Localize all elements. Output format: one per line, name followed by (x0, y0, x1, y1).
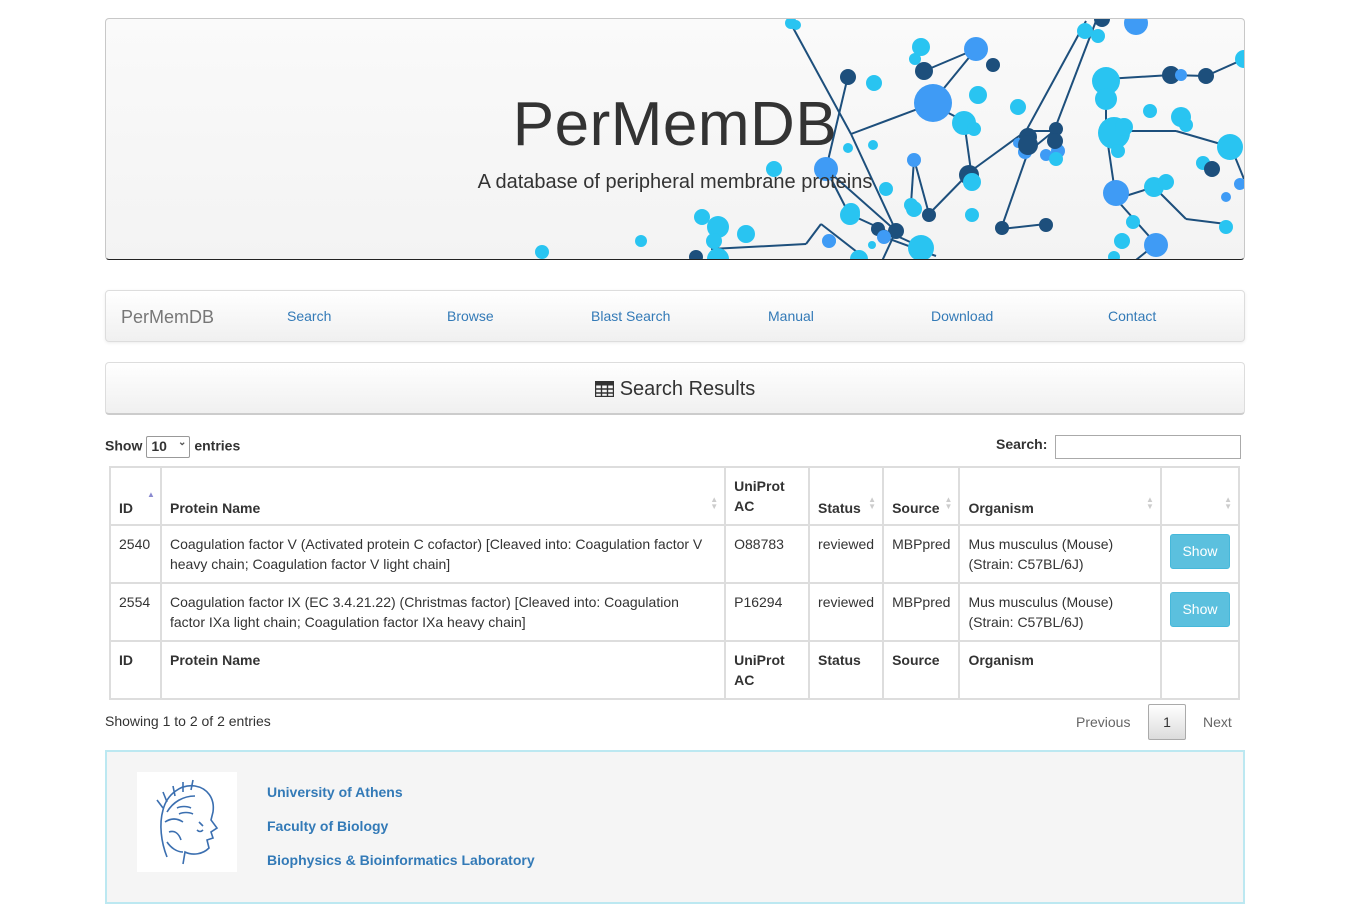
link-faculty-of-biology[interactable]: Faculty of Biology (267, 818, 388, 834)
cell-status: reviewed (808, 524, 885, 584)
col-header-organism[interactable]: Organism ▲ ▼ (958, 466, 1162, 526)
col-header-protein-name[interactable]: Protein Name ▲ ▼ (159, 466, 727, 526)
main-navbar: PerMemDB Search Browse Blast Search Manu… (105, 290, 1245, 342)
link-biophysics-lab[interactable]: Biophysics & Bioinformatics Laboratory (267, 852, 535, 868)
table-footer-row: ID Protein Name UniProt AC Status Source… (109, 640, 1241, 700)
col-header-uniprot-ac[interactable]: UniProt AC (724, 466, 811, 526)
page-length-control: Show 10 ⌄ entries (105, 436, 240, 458)
sort-icon: ▲ ▼ (1146, 495, 1154, 511)
show-button[interactable]: Show (1169, 592, 1230, 627)
next-button[interactable]: Next (1203, 714, 1232, 730)
cell-protein-name: Coagulation factor IX (EC 3.4.21.22) (Ch… (159, 582, 727, 642)
athena-head-icon (156, 779, 219, 865)
university-logo (137, 772, 237, 872)
sort-icon: ▲ ▼ (944, 495, 953, 511)
header-banner: PerMemDB A database of peripheral membra… (105, 18, 1245, 260)
nav-blast-search[interactable]: Blast Search (591, 308, 670, 324)
cell-action: Show (1159, 524, 1241, 584)
show-button[interactable]: Show (1169, 534, 1230, 569)
results-table: ID ▲ Protein Name ▲ ▼ UniProt AC Status ▲ ▼ S… (109, 466, 1241, 700)
site-title: PerMemDB (512, 90, 838, 159)
nav-download[interactable]: Download (931, 308, 993, 324)
previous-button[interactable]: Previous (1076, 714, 1130, 730)
link-university-of-athens[interactable]: University of Athens (267, 784, 403, 800)
foot-id: ID (109, 640, 162, 700)
results-title: Search Results (619, 378, 756, 400)
foot-organism: Organism (958, 640, 1162, 700)
nav-manual[interactable]: Manual (768, 308, 814, 324)
sort-icon: ▲ ▼ (1224, 495, 1232, 511)
cell-action: Show (1159, 582, 1241, 642)
search-input[interactable] (1055, 435, 1241, 459)
sort-icon: ▲ ▼ (868, 495, 877, 511)
col-header-status[interactable]: Status ▲ ▼ (808, 466, 885, 526)
table-header-row: ID ▲ Protein Name ▲ ▼ UniProt AC Status ▲ ▼ S… (109, 466, 1241, 526)
foot-action (1159, 640, 1241, 700)
page-1-button[interactable]: 1 (1148, 704, 1186, 740)
cell-source: MBPpred (882, 524, 961, 584)
cell-protein-name: Coagulation factor V (Activated protein … (159, 524, 727, 584)
foot-source: Source (882, 640, 961, 700)
site-subtitle: A database of peripheral membrane protei… (477, 171, 873, 193)
search-results-panel: Search Results (105, 362, 1245, 415)
table-icon (594, 380, 614, 398)
foot-status: Status (808, 640, 885, 700)
search-label: Search: (996, 436, 1048, 452)
nav-browse[interactable]: Browse (447, 308, 494, 324)
cell-organism: Mus musculus (Mouse) (Strain: C57BL/6J) (958, 524, 1162, 584)
col-header-action[interactable]: ▲ ▼ (1159, 466, 1241, 526)
col-header-id[interactable]: ID ▲ (109, 466, 162, 526)
cell-uniprot-ac: O88783 (724, 524, 811, 584)
table-row: 2554 Coagulation factor IX (EC 3.4.21.22… (109, 582, 1241, 642)
table-search: Search: (996, 435, 1241, 459)
cell-organism: Mus musculus (Mouse) (Strain: C57BL/6J) (958, 582, 1162, 642)
page-length-select[interactable]: 10 ⌄ (146, 436, 191, 458)
cell-id: 2540 (109, 524, 162, 584)
table-info: Showing 1 to 2 of 2 entries (105, 713, 271, 729)
col-header-source[interactable]: Source ▲ ▼ (882, 466, 961, 526)
cell-status: reviewed (808, 582, 885, 642)
table-row: 2540 Coagulation factor V (Activated pro… (109, 524, 1241, 584)
sort-asc-icon: ▲ (147, 490, 155, 499)
nav-contact[interactable]: Contact (1108, 308, 1156, 324)
cell-source: MBPpred (882, 582, 961, 642)
chevron-down-icon: ⌄ (177, 437, 187, 448)
sort-icon: ▲ ▼ (710, 495, 719, 511)
nav-search[interactable]: Search (287, 308, 331, 324)
navbar-brand[interactable]: PerMemDB (121, 307, 214, 328)
foot-protein-name: Protein Name (159, 640, 727, 700)
cell-id: 2554 (109, 582, 162, 642)
foot-uniprot-ac: UniProt AC (724, 640, 811, 700)
footer-panel: University of Athens Faculty of Biology … (105, 750, 1245, 904)
cell-uniprot-ac: P16294 (724, 582, 811, 642)
